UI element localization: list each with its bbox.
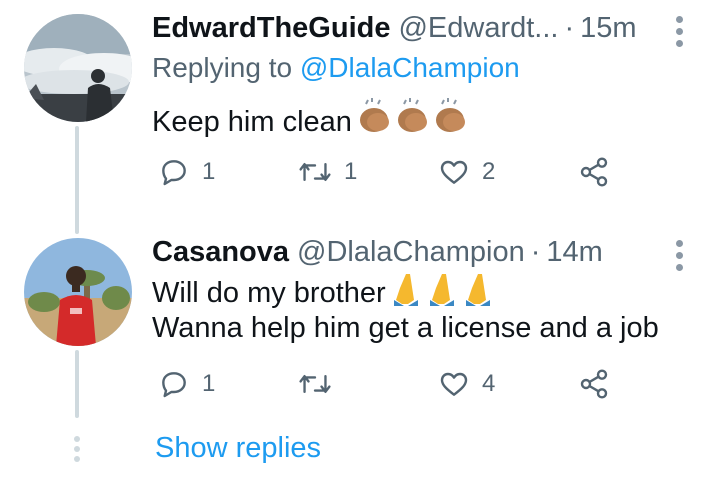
replying-mention-link[interactable]: @DlalaChampion (300, 52, 520, 83)
like-count: 2 (482, 158, 496, 185)
person-red-shirt-icon (24, 238, 132, 346)
dot-separator: · (530, 236, 541, 268)
replying-prefix: Replying to (152, 52, 293, 83)
retweet-button[interactable]: 1 (298, 156, 357, 188)
display-name[interactable]: EdwardTheGuide (152, 12, 390, 45)
user-handle[interactable]: @Edwardt... (398, 12, 558, 45)
share-button[interactable] (578, 368, 610, 400)
timestamp[interactable]: 14m (546, 236, 602, 269)
clapping-hands-emoji-icon (356, 98, 476, 146)
retweet-icon (299, 162, 331, 182)
reply-button[interactable]: 1 (158, 156, 215, 188)
reply-count: 1 (202, 158, 216, 185)
reply-icon (162, 372, 186, 398)
avatar[interactable] (24, 14, 132, 122)
tweet-text-line: Keep him clean (152, 105, 352, 138)
like-button[interactable]: 2 (438, 156, 495, 188)
more-options-icon[interactable] (670, 12, 690, 52)
tweet-text-line-1: Will do my brother (152, 270, 498, 316)
like-count: 4 (482, 370, 496, 397)
tweet-text: Keep him clean (152, 98, 476, 146)
tweet-header: Casanova @DlalaChampion · 14m (152, 236, 603, 269)
retweet-count: 1 (344, 158, 358, 185)
share-button[interactable] (578, 156, 610, 188)
tweet-text-line: Will do my brother (152, 276, 386, 309)
reply-button[interactable]: 1 (158, 368, 215, 400)
share-icon (580, 157, 608, 187)
more-replies-dots (74, 436, 82, 466)
cloud-sea-person-icon (24, 14, 132, 122)
tweet-text-line: Wanna help him get a license and a job (152, 312, 659, 344)
share-icon (580, 369, 608, 399)
replying-to: Replying to @DlalaChampion (152, 52, 520, 84)
folded-hands-emoji-icon (390, 270, 498, 316)
show-replies-link[interactable]: Show replies (155, 432, 321, 465)
like-button[interactable]: 4 (438, 368, 495, 400)
timestamp[interactable]: 15m (580, 12, 636, 45)
display-name[interactable]: Casanova (152, 236, 289, 269)
thread-connector-line-2 (75, 350, 79, 418)
tweet-header: EdwardTheGuide @Edwardt... · 15m (152, 12, 637, 45)
reply-count: 1 (202, 370, 216, 397)
thread-connector-line (75, 126, 79, 234)
avatar[interactable] (24, 238, 132, 346)
heart-icon (440, 160, 468, 184)
tweet-text-line-2: Wanna help him get a license and a job (152, 312, 659, 345)
retweet-button[interactable] (298, 368, 344, 400)
heart-icon (440, 372, 468, 396)
more-options-icon[interactable] (670, 236, 690, 276)
user-handle[interactable]: @DlalaChampion (297, 236, 525, 269)
reply-icon (162, 160, 186, 186)
dot-separator: · (564, 12, 575, 44)
retweet-icon (299, 374, 331, 394)
